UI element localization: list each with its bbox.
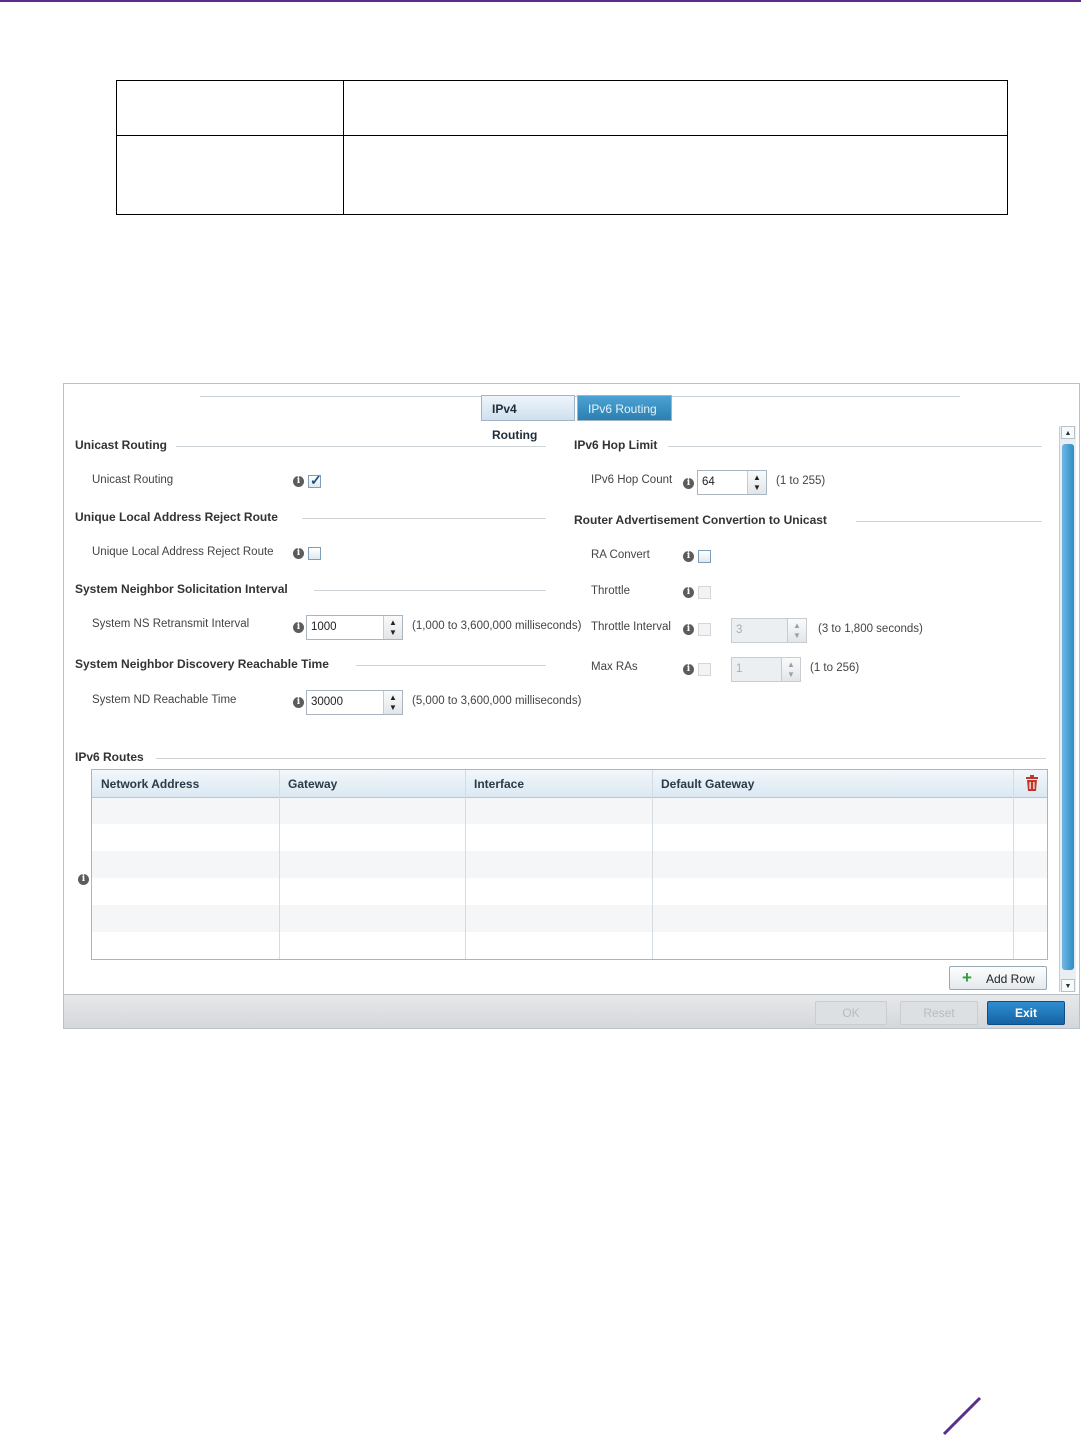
throttle-interval-value: 3 [736, 624, 743, 636]
reset-button[interactable]: Reset [900, 1001, 978, 1025]
hop-count-range: (1 to 255) [776, 475, 826, 487]
max-ras-checkbox[interactable] [698, 663, 711, 676]
ns-retransmit-value: 1000 [311, 621, 337, 633]
info-icon[interactable]: i [683, 664, 694, 675]
ra-convert-label: RA Convert [591, 549, 650, 561]
ok-button[interactable]: OK [815, 1001, 887, 1025]
add-row-button[interactable]: + Add Row [949, 966, 1047, 990]
column-divider [279, 770, 280, 959]
unicast-routing-checkbox[interactable]: ✓ [308, 472, 322, 488]
scrollbar-thumb[interactable] [1062, 444, 1074, 970]
nd-reachable-range: (5,000 to 3,600,000 milliseconds) [412, 695, 582, 707]
scroll-down-icon[interactable]: ▼ [1061, 979, 1075, 992]
hop-count-label: IPv6 Hop Count [591, 474, 673, 486]
table-divider [343, 81, 344, 214]
ns-retransmit-label: System NS Retransmit Interval [92, 618, 250, 630]
plus-icon: + [962, 968, 972, 987]
table-header: Network Address Gateway Interface Defaul… [92, 770, 1047, 798]
throttle-checkbox[interactable] [698, 586, 711, 599]
unicast-routing-label: Unicast Routing [92, 474, 174, 486]
throttle-interval-stepper[interactable]: 3 ▲ ▼ [731, 618, 807, 643]
hop-count-value: 64 [702, 476, 715, 488]
spin-down-icon[interactable]: ▼ [384, 627, 402, 638]
vertical-scrollbar[interactable]: ▲ ▼ [1059, 426, 1076, 992]
info-icon[interactable]: i [78, 874, 89, 885]
spin-down-icon[interactable]: ▼ [788, 630, 806, 641]
column-header-gateway[interactable]: Gateway [288, 777, 337, 791]
section-hop-limit: IPv6 Hop Limit [574, 438, 658, 452]
info-icon[interactable]: i [293, 697, 304, 708]
panel-body: IPv4 Routing IPv6 Routing Unicast Routin… [64, 384, 1059, 994]
section-unicast-routing: Unicast Routing [75, 438, 167, 452]
throttle-interval-label: Throttle Interval [591, 621, 671, 633]
ns-retransmit-range: (1,000 to 3,600,000 milliseconds) [412, 620, 582, 632]
info-icon[interactable]: i [293, 622, 304, 633]
section-nd-reachable: System Neighbor Discovery Reachable Time [75, 657, 329, 671]
ula-reject-route-checkbox[interactable] [308, 547, 321, 560]
section-ra-conversion: Router Advertisement Convertion to Unica… [574, 513, 827, 527]
info-icon[interactable]: i [293, 548, 304, 559]
throttle-label: Throttle [591, 585, 630, 597]
ipv6-routing-panel: IPv4 Routing IPv6 Routing Unicast Routin… [63, 383, 1080, 1029]
brand-slash-icon [942, 1396, 982, 1436]
info-icon[interactable]: i [293, 476, 304, 487]
tab-ipv4-routing[interactable]: IPv4 Routing [481, 395, 575, 442]
hop-count-stepper[interactable]: 64 ▲ ▼ [697, 470, 767, 495]
section-rule [314, 590, 546, 591]
column-header-default-gateway[interactable]: Default Gateway [661, 777, 754, 791]
nd-reachable-value: 30000 [311, 696, 343, 708]
max-ras-range: (1 to 256) [810, 662, 860, 674]
column-divider [1013, 770, 1014, 959]
max-ras-stepper[interactable]: 1 ▲ ▼ [731, 657, 801, 682]
ns-retransmit-stepper[interactable]: 1000 ▲ ▼ [306, 615, 403, 640]
spin-down-icon[interactable]: ▼ [782, 669, 800, 680]
nd-reachable-stepper[interactable]: 30000 ▲ ▼ [306, 690, 403, 715]
info-icon[interactable]: i [683, 551, 694, 562]
ipv6-routes-table: Network Address Gateway Interface Defaul… [91, 769, 1048, 960]
exit-button[interactable]: Exit [987, 1001, 1065, 1025]
section-rule [302, 518, 546, 519]
info-icon[interactable]: i [683, 624, 694, 635]
section-rule [668, 446, 1042, 447]
spin-down-icon[interactable]: ▼ [384, 702, 402, 713]
section-ns-interval: System Neighbor Solicitation Interval [75, 582, 288, 596]
table-row [92, 905, 1047, 932]
section-ula-reject-route: Unique Local Address Reject Route [75, 510, 278, 524]
add-row-label: Add Row [986, 972, 1035, 986]
table-row [92, 797, 1047, 824]
max-ras-value: 1 [736, 663, 743, 675]
info-icon[interactable]: i [683, 587, 694, 598]
table-divider [117, 135, 1007, 136]
column-header-network-address[interactable]: Network Address [101, 777, 199, 791]
dialog-footer: OK Reset Exit [64, 994, 1079, 1028]
throttle-interval-checkbox[interactable] [698, 623, 711, 636]
throttle-interval-range: (3 to 1,800 seconds) [818, 623, 923, 635]
column-divider [465, 770, 466, 959]
info-icon[interactable]: i [683, 478, 694, 489]
table-row [92, 851, 1047, 878]
section-rule [856, 521, 1042, 522]
checkmark-icon: ✓ [310, 472, 322, 488]
header-rule [0, 0, 1081, 2]
scroll-up-icon[interactable]: ▲ [1061, 426, 1075, 439]
column-header-interface[interactable]: Interface [474, 777, 524, 791]
trash-icon[interactable] [1024, 775, 1040, 792]
section-rule [176, 446, 546, 447]
doc-table [116, 80, 1008, 215]
max-ras-label: Max RAs [591, 661, 638, 673]
nd-reachable-label: System ND Reachable Time [92, 694, 237, 706]
tab-ipv6-routing[interactable]: IPv6 Routing [577, 395, 672, 421]
column-divider [652, 770, 653, 959]
ra-convert-checkbox[interactable] [698, 550, 711, 563]
spin-down-icon[interactable]: ▼ [748, 482, 766, 493]
section-rule [156, 758, 1046, 759]
section-ipv6-routes: IPv6 Routes [75, 750, 144, 764]
section-rule [356, 665, 546, 666]
ula-reject-route-label: Unique Local Address Reject Route [92, 546, 274, 558]
